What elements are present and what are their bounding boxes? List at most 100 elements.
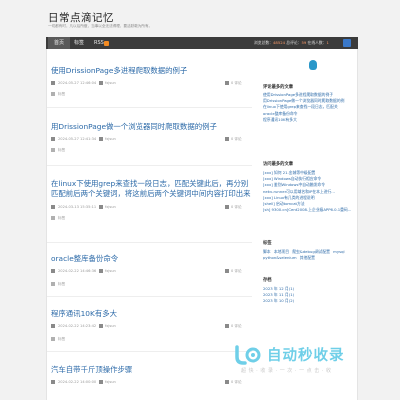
- tag-link[interactable]: 本地项目: [274, 249, 289, 254]
- post-divider: [47, 242, 252, 243]
- post-author[interactable]: fxjsun: [105, 324, 116, 328]
- post-tag-label[interactable]: 标签: [58, 337, 65, 342]
- search-icon[interactable]: [343, 39, 351, 47]
- post-meta: 2024-02-22 14:23:42 fxjsun 0 评论: [51, 322, 251, 330]
- post-comments[interactable]: 0 评论: [231, 269, 242, 274]
- post-author[interactable]: fxjsun: [105, 380, 116, 384]
- stats-label-views: 浏览总数：: [254, 40, 273, 45]
- site-title[interactable]: 日常点滴记忆: [48, 10, 114, 25]
- comment-icon: [225, 379, 229, 384]
- post-date: 2024-05-27 12:46:04: [58, 81, 97, 85]
- calendar-icon: [51, 323, 55, 328]
- post-author[interactable]: fxjsun: [105, 137, 116, 141]
- post-date: 2024-02-22 14:00:00: [58, 380, 97, 384]
- post-title[interactable]: 程序通讯10K有多大: [51, 309, 251, 319]
- user-icon: [99, 204, 103, 209]
- penguin-icon[interactable]: [309, 60, 317, 70]
- post-comments[interactable]: 0 评论: [231, 380, 242, 385]
- post-title[interactable]: oracle整库备份命令: [51, 254, 251, 264]
- navbar: 首页 标签 RSS 浏览总数：48524 总评论：59 在线人数：1: [46, 37, 358, 49]
- sidebar-most-visited-list: [xxx] 如何 21.金城等中级配置 [xxx] Windows自动执行相应命…: [263, 170, 355, 213]
- archive-link[interactable]: 2023 年 10 月(2): [263, 298, 355, 304]
- post-divider: [47, 165, 252, 166]
- post-title[interactable]: 汽车自带千斤顶操作步骤: [51, 365, 251, 375]
- site-stats: 浏览总数：48524 总评论：59 在线人数：1: [254, 37, 329, 49]
- watermark-subtext: 超 快 · 收 录 · 一 次 · 一 点 击 · 收: [241, 368, 332, 374]
- tag-icon: [51, 91, 55, 96]
- nav-rss[interactable]: RSS: [94, 37, 104, 49]
- post-item: 汽车自带千斤顶操作步骤 2024-02-22 14:00:00 fxjsun 0…: [51, 365, 251, 384]
- user-icon: [99, 80, 103, 85]
- post-item: 在linux下使用grep来查找一段日志，匹配关键此后，再分别匹配前后两个关键词…: [51, 179, 251, 220]
- post-meta: 2024-05-27 12:46:04 fxjsun 0 评论: [51, 79, 251, 87]
- post-divider: [47, 351, 252, 352]
- sidebar-tag-cloud: 脚本 本地项目 爬虫&debug调试配置 mysql python&seleni…: [263, 249, 353, 261]
- tag-link[interactable]: 爬虫&debug调试配置: [292, 249, 330, 254]
- comment-icon: [225, 204, 229, 209]
- post-title[interactable]: 在linux下使用grep来查找一段日志，匹配关键此后，再分别匹配前后两个关键词…: [51, 179, 251, 199]
- comment-icon: [225, 268, 229, 273]
- tag-icon: [51, 336, 55, 341]
- post-divider: [47, 107, 252, 108]
- calendar-icon: [51, 204, 55, 209]
- stats-online: 1: [326, 40, 329, 45]
- post-comments[interactable]: 0 评论: [231, 81, 242, 86]
- post-item: 程序通讯10K有多大 2024-02-22 14:23:42 fxjsun 0 …: [51, 309, 251, 341]
- post-date: 2024-03-13 15:35:11: [58, 205, 97, 209]
- calendar-icon: [51, 379, 55, 384]
- comment-icon: [225, 323, 229, 328]
- post-meta: 2024-02-22 14:46:36 fxjsun 0 评论: [51, 267, 251, 275]
- post-comments[interactable]: 0 评论: [231, 137, 242, 142]
- post-meta: 2024-05-27 12:41:34 fxjsun 0 评论: [51, 135, 251, 143]
- post-divider: [47, 296, 252, 297]
- post-author[interactable]: fxjsun: [105, 205, 116, 209]
- post-tag-label[interactable]: 标签: [58, 92, 65, 97]
- post-item: 用DrissionPage做一个浏览器同时爬取数据的例子 2024-05-27 …: [51, 122, 251, 152]
- tag-icon: [51, 215, 55, 220]
- sidebar-title-most-visited: 访问最多的文章: [263, 162, 294, 167]
- post-tags: 标签: [51, 90, 251, 98]
- tag-link[interactable]: 其他配置: [300, 255, 315, 260]
- post-date: 2024-05-27 12:41:34: [58, 137, 97, 141]
- tag-icon: [51, 147, 55, 152]
- sidebar-title-tags: 标签: [263, 241, 272, 246]
- tag-link[interactable]: mysql: [333, 249, 344, 254]
- comment-icon: [225, 136, 229, 141]
- user-icon: [99, 136, 103, 141]
- post-title[interactable]: 使用DrissionPage多进程爬取数据的例子: [51, 66, 251, 76]
- post-title[interactable]: 用DrissionPage做一个浏览器同时爬取数据的例子: [51, 122, 251, 132]
- site-description: 一切都有时，凡以后所做，当事以全无法得理，要活跃敢为所有。: [48, 24, 153, 28]
- tag-link[interactable]: 脚本: [263, 249, 271, 254]
- watermark: 自动秒收录 超 快 · 收 录 · 一 次 · 一 点 击 · 收: [233, 343, 383, 379]
- post-author[interactable]: fxjsun: [105, 269, 116, 273]
- post-tags: 标签: [51, 280, 251, 288]
- sidebar-link[interactable]: 程序通讯10K有多大: [263, 117, 355, 123]
- sidebar-most-commented-list: 使用DrissionPage多进程爬取数据的例子 用DrissionPage做一…: [263, 92, 355, 123]
- sidebar-link[interactable]: [sh] 9300.cn]Cent2008.上企业级APP6.0.1重码...: [263, 207, 355, 213]
- post-date: 2024-02-22 14:23:42: [58, 324, 97, 328]
- sidebar-title-most-commented: 评论最多的文章: [263, 85, 294, 90]
- tag-link[interactable]: python&selenium: [263, 255, 297, 260]
- sidebar-archive-list: 2023 年 12 月(1) 2023 年 11 月(1) 2023 年 10 …: [263, 286, 355, 305]
- stats-views: 48524: [272, 40, 286, 45]
- stats-label-comments: 总评论：: [285, 40, 302, 45]
- tag-icon: [51, 281, 55, 286]
- post-comments[interactable]: 0 评论: [231, 324, 242, 329]
- page-wrapper: 日常点滴记忆 一切都有时，凡以后所做，当事以全无法得理，要活跃敢为所有。 首页 …: [46, 0, 358, 400]
- post-tag-label[interactable]: 标签: [58, 216, 65, 221]
- post-item: oracle整库备份命令 2024-02-22 14:46:36 fxjsun …: [51, 254, 251, 286]
- post-date: 2024-02-22 14:46:36: [58, 269, 97, 273]
- stats-label-online: 在线人数：: [306, 40, 327, 45]
- sidebar-title-archive: 存档: [263, 278, 272, 283]
- calendar-icon: [51, 268, 55, 273]
- post-comments[interactable]: 0 评论: [231, 205, 242, 210]
- rss-icon[interactable]: [104, 40, 109, 46]
- post-author[interactable]: fxjsun: [105, 81, 116, 85]
- post-tag-label[interactable]: 标签: [58, 148, 65, 153]
- comment-icon: [225, 80, 229, 85]
- post-tag-label[interactable]: 标签: [58, 282, 65, 287]
- watermark-text: 自动秒收录: [267, 348, 345, 364]
- post-meta: 2024-02-22 14:00:00 fxjsun 0 评论: [51, 378, 251, 386]
- nav-tags[interactable]: 标签: [74, 37, 84, 49]
- nav-home[interactable]: 首页: [48, 37, 70, 49]
